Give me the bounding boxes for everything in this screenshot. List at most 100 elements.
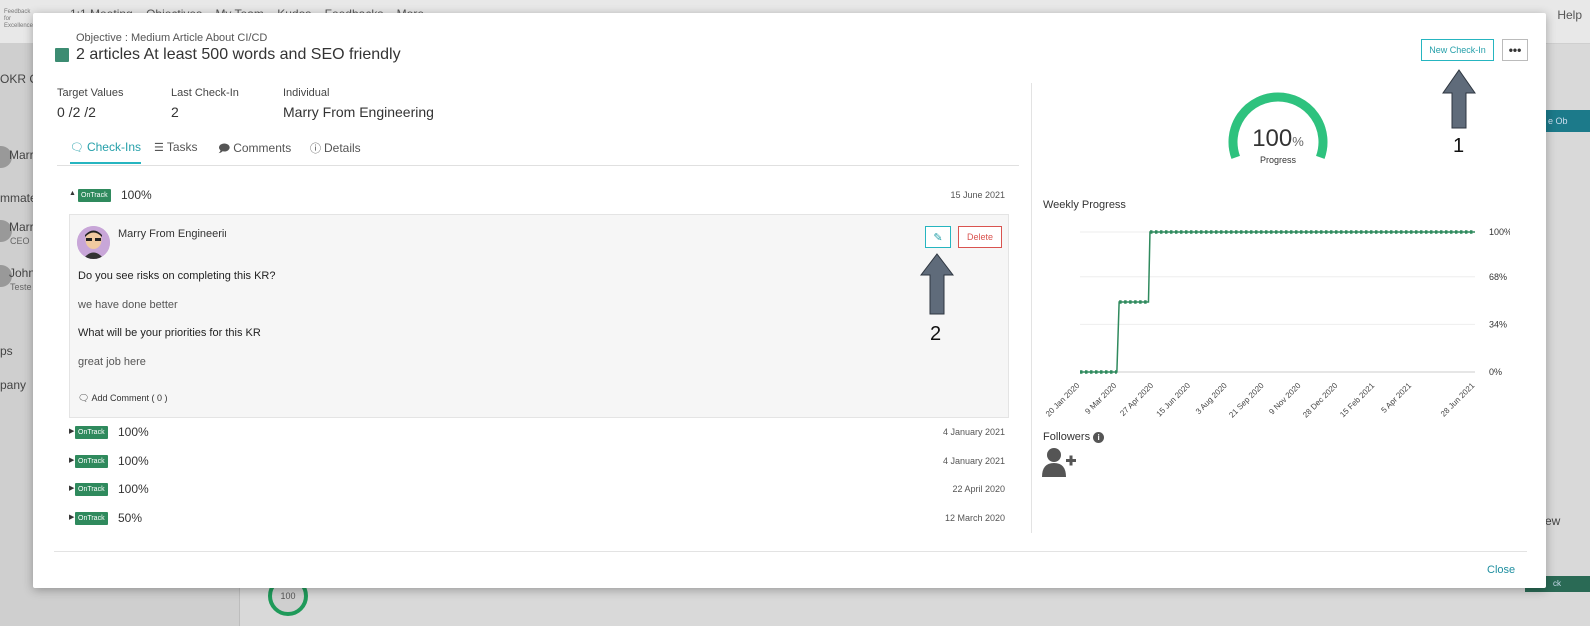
y-tick-label: 100% (1489, 227, 1510, 237)
x-tick-label: 3 Aug 2020 (1194, 381, 1229, 416)
meta-value: 2 (171, 104, 179, 120)
bg-text: Marr (9, 220, 34, 234)
annotation-number: 1 (1453, 135, 1465, 157)
weekly-progress-chart: 0% 34% 68% 100% 20 Jan 2020 9 Mar 2020 27 Apr … (1044, 227, 1510, 420)
meta-individual: Individual Marry From Engineering (283, 87, 434, 120)
x-tick-label: 9 Nov 2020 (1267, 381, 1303, 417)
progress-value: 100% (1225, 125, 1331, 153)
add-comment-link[interactable]: 🗨 Add Comment ( 0 ) (78, 393, 167, 404)
bg-text: John (9, 266, 36, 280)
bg-text: Teste (10, 282, 32, 292)
checkin-date: 4 January 2021 (942, 427, 1005, 437)
checkin-author: Marry From Engineering (118, 228, 226, 240)
pencil-icon: ✎ (933, 231, 943, 244)
followers-title: Followers i (1043, 431, 1105, 443)
checkin-row[interactable]: ▶ OnTrack 100% 22 April 2020 (69, 481, 1005, 499)
delete-checkin-button[interactable]: Delete (958, 226, 1002, 248)
meta-last-checkin: Last Check-In 2 (171, 87, 239, 120)
caret-right-icon[interactable]: ▶ (69, 456, 74, 464)
meta-label: Individual (283, 87, 330, 99)
question-text: What will be your priorities for this KR (78, 327, 261, 339)
status-badge: OnTrack (75, 483, 108, 496)
tab-label: Tasks (166, 140, 198, 154)
annotation-number: 2 (930, 323, 942, 345)
tab-label: Check-Ins (86, 140, 141, 154)
add-follower-icon[interactable] (1042, 447, 1078, 477)
meta-label: Target Values (57, 87, 124, 99)
comment-icon: 🗨 (78, 393, 90, 403)
info-icon: i (1093, 432, 1105, 443)
annotation-arrow-1 (1442, 69, 1476, 129)
x-tick-label: 5 Apr 2021 (1379, 381, 1413, 415)
checkin-progress: 100% (118, 425, 149, 439)
bg-text: pany (0, 378, 27, 392)
meta-value: Marry From Engineering (283, 104, 434, 120)
x-tick-label: 28 Dec 2020 (1301, 381, 1340, 420)
checkin-row[interactable]: ▲ OnTrack 100% 15 June 2021 (69, 187, 1005, 205)
bg-text: CEO (10, 236, 30, 246)
status-badge: OnTrack (75, 426, 108, 439)
checkin-row[interactable]: ▶ OnTrack 50% 12 March 2020 (69, 510, 1005, 528)
add-comment-label: Add Comment ( 0 ) (91, 393, 168, 403)
question-text: Do you see risks on completing this KR? (78, 270, 276, 282)
tab-details[interactable]: ⓘ Details (310, 140, 361, 156)
list-icon: ☰ (154, 142, 164, 154)
tab-tasks[interactable]: ☰ Tasks (154, 140, 198, 154)
avatar (77, 226, 110, 259)
footer-divider (54, 551, 1527, 552)
edit-checkin-button[interactable]: ✎ (925, 226, 951, 248)
tab-checkins[interactable]: 🗨 Check-Ins (70, 140, 141, 164)
answer-text: great job here (78, 356, 146, 368)
comments-icon: 🗩 (218, 143, 231, 155)
y-tick-label: 68% (1489, 272, 1507, 282)
caret-right-icon[interactable]: ▶ (69, 427, 74, 435)
y-tick-label: 0% (1489, 367, 1502, 377)
bg-dropdown: ew (1545, 514, 1561, 528)
meta-label: Last Check-In (171, 87, 239, 99)
checkin-date: 4 January 2021 (942, 456, 1005, 466)
x-tick-label: 9 Mar 2020 (1083, 381, 1118, 416)
background-logo: Feedback for Excellence (4, 9, 34, 29)
status-badge: OnTrack (75, 512, 108, 525)
checkin-date: 22 April 2020 (952, 484, 1005, 494)
checkin-progress: 50% (118, 511, 143, 525)
x-tick-label: 21 Sep 2020 (1227, 381, 1266, 420)
modal-title: 2 articles At least 500 words and SEO fr… (76, 46, 401, 63)
checkin-progress: 100% (118, 482, 149, 496)
caret-right-icon[interactable]: ▶ (69, 513, 74, 521)
tab-label: Details (324, 141, 361, 155)
checkin-date: 15 June 2021 (950, 190, 1005, 200)
x-tick-label: 28 Jun 2021 (1439, 381, 1477, 419)
x-tick-label: 27 Apr 2020 (1118, 381, 1155, 418)
x-tick-label: 15 Feb 2021 (1338, 381, 1377, 420)
weekly-progress-title: Weekly Progress (1043, 199, 1126, 211)
checkin-row[interactable]: ▶ OnTrack 100% 4 January 2021 (69, 424, 1005, 442)
new-checkin-button[interactable]: New Check-In (1421, 39, 1494, 61)
checkin-progress: 100% (121, 188, 152, 202)
progress-unit: % (1292, 134, 1304, 149)
annotation-arrow-2 (920, 253, 954, 315)
status-badge: OnTrack (78, 189, 111, 202)
comment-icon: 🗨 (70, 142, 84, 154)
checkin-row[interactable]: ▶ OnTrack 100% 4 January 2021 (69, 453, 1005, 471)
checkin-date: 12 March 2020 (944, 513, 1005, 523)
bg-text: ps (0, 344, 13, 358)
meta-value: 0 /2 /2 (57, 104, 96, 120)
more-options-button[interactable]: ••• (1502, 39, 1528, 61)
progress-label: Progress (1259, 155, 1296, 165)
x-tick-label: 15 Jun 2020 (1155, 381, 1193, 419)
objective-label: Objective : Medium Article About CI/CD (76, 32, 268, 44)
tab-label: Comments (233, 141, 292, 155)
background-help: Help (1557, 8, 1582, 22)
close-button[interactable]: Close (1487, 564, 1515, 576)
followers-label: Followers (1043, 431, 1091, 443)
x-tick-label: 20 Jan 2020 (1044, 381, 1082, 419)
caret-right-icon[interactable]: ▶ (69, 484, 74, 492)
caret-up-icon[interactable]: ▲ (69, 190, 76, 197)
info-icon: ⓘ (310, 143, 321, 155)
checkin-detail-panel: Marry From Engineering ✎ Delete Do you s… (69, 214, 1009, 418)
bg-text: Marr (9, 148, 34, 162)
tab-comments[interactable]: 🗩 Comments (218, 140, 291, 159)
panel-divider (1031, 83, 1032, 533)
checkin-progress: 100% (118, 454, 149, 468)
